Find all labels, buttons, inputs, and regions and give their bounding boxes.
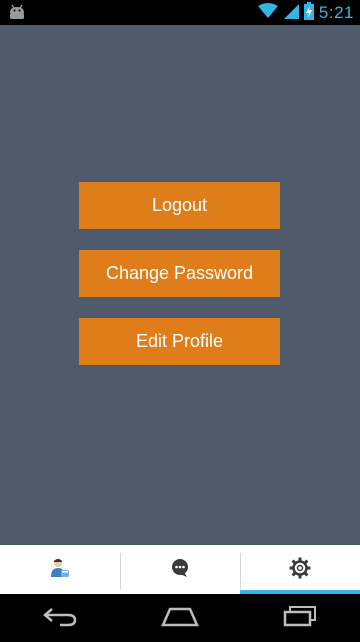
android-icon: [8, 4, 26, 20]
profile-icon: [49, 557, 71, 583]
settings-icon: [289, 557, 311, 583]
status-time: 5:21: [318, 2, 354, 22]
back-button[interactable]: [30, 598, 90, 638]
tab-settings[interactable]: [240, 545, 360, 594]
recent-apps-button[interactable]: [270, 598, 330, 638]
navigation-bar: [0, 594, 360, 642]
battery-charging-icon: [303, 1, 314, 24]
edit-profile-button[interactable]: Edit Profile: [79, 318, 280, 365]
change-password-button[interactable]: Change Password: [79, 250, 280, 297]
recent-apps-icon: [283, 605, 317, 631]
bottom-tab-bar: [0, 545, 360, 594]
wifi-icon: [257, 2, 278, 23]
tab-chat[interactable]: [120, 545, 240, 594]
status-bar: 5:21: [0, 0, 360, 25]
home-icon: [161, 605, 199, 631]
back-icon: [42, 605, 78, 631]
home-button[interactable]: [150, 598, 210, 638]
chat-icon: [170, 558, 190, 582]
main-content: Logout Change Password Edit Profile: [0, 25, 360, 545]
signal-icon: [283, 3, 299, 23]
tab-profile[interactable]: [0, 545, 120, 594]
logout-button[interactable]: Logout: [79, 182, 280, 229]
